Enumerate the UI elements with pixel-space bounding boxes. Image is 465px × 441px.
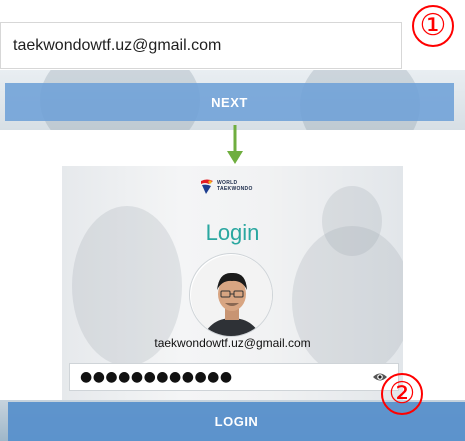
email-input[interactable] — [0, 22, 402, 69]
logo-mark-icon — [201, 179, 213, 194]
next-button[interactable]: NEXT — [5, 83, 454, 121]
arrow-down-icon — [227, 125, 243, 164]
user-email-label: taekwondowtf.uz@gmail.com — [154, 336, 311, 350]
logo-text: WORLD TAEKWONDO — [217, 180, 253, 192]
step-2-badge: ② — [381, 373, 423, 415]
login-title: Login — [205, 220, 260, 245]
password-field[interactable]: ●●●●●●●●●●●● — [69, 363, 399, 391]
world-taekwondo-logo: WORLD TAEKWONDO — [199, 178, 269, 198]
user-avatar — [189, 253, 273, 337]
password-input[interactable] — [76, 367, 356, 387]
step-1-badge: ① — [412, 5, 454, 47]
